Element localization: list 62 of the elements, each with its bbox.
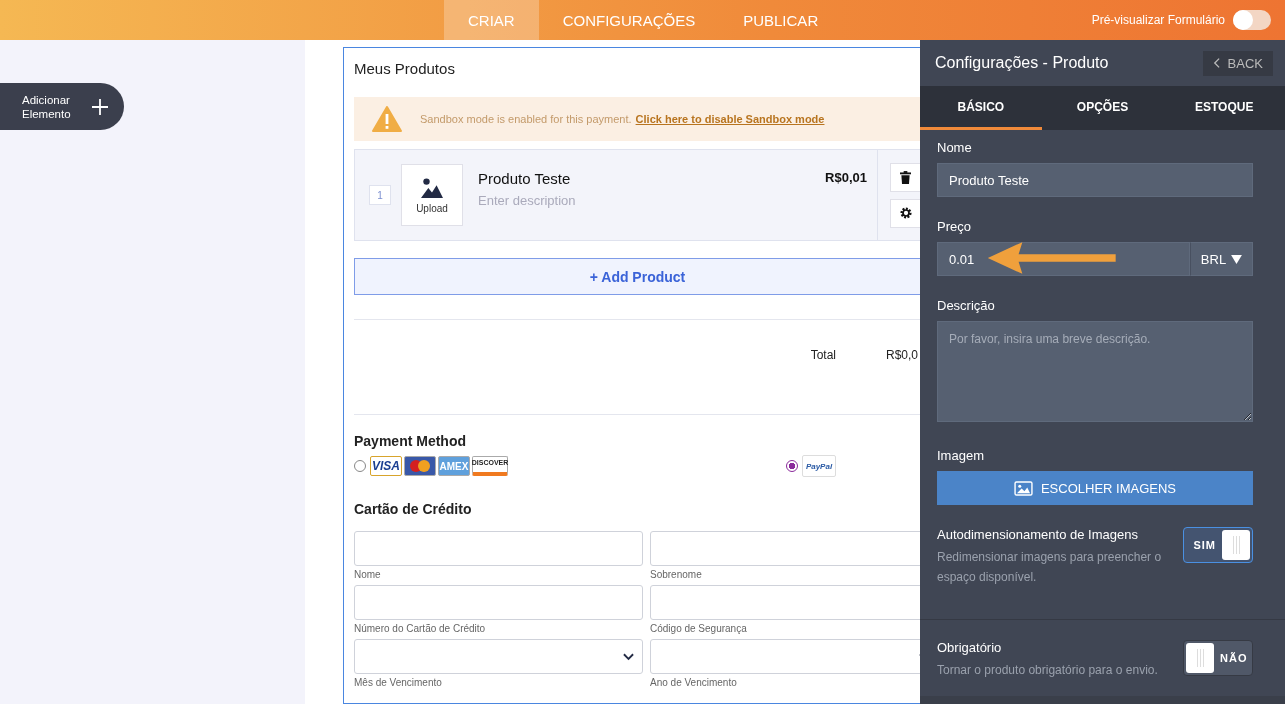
image-icon	[1013, 480, 1033, 496]
field-label: Número do Cartão de Crédito	[354, 623, 487, 635]
field-label: Ano de Vencimento	[650, 677, 738, 689]
preview-toggle[interactable]	[1233, 10, 1271, 30]
image-icon	[420, 176, 444, 199]
preview-label: Pré-visualizar Formulário	[1091, 13, 1225, 27]
panel-tab[interactable]: OPÇÕES	[1041, 86, 1164, 130]
select-field[interactable]	[650, 639, 920, 674]
field-label: Mês de Vencimento	[354, 677, 443, 689]
select-field[interactable]	[354, 639, 643, 674]
total-value: R$0,0	[886, 348, 920, 362]
input-field[interactable]	[354, 585, 643, 620]
delete-button[interactable]	[890, 162, 920, 192]
product-index: 1	[369, 185, 391, 205]
payment-radio[interactable]	[786, 460, 798, 472]
choose-images-button[interactable]: ESCOLHER IMAGENS	[937, 471, 1253, 505]
warning-icon	[372, 106, 402, 132]
card-logo: PayPal	[802, 455, 836, 477]
settings-icon	[899, 207, 912, 219]
add-product-button[interactable]: + Add Product	[354, 258, 920, 295]
payment-radio[interactable]	[354, 460, 366, 472]
caret-down-icon	[1231, 254, 1243, 264]
mastercard-logo	[404, 456, 436, 476]
setting-hint: Tornar o produto obrigatório para o envio.	[937, 662, 1159, 679]
total-label: Total	[810, 348, 836, 362]
input-field[interactable]	[354, 531, 643, 566]
description-label: Descrição	[937, 298, 996, 313]
image-label: Imagem	[937, 448, 985, 463]
disable-sandbox-link[interactable]: Click here to disable Sandbox mode	[635, 113, 825, 125]
trash-icon	[900, 170, 911, 184]
card-logo: VISA	[370, 456, 402, 476]
back-button[interactable]: BACK	[1202, 50, 1273, 76]
credit-card-title: Cartão de Crédito	[354, 501, 473, 517]
panel-title: Configurações - Produto	[935, 54, 1109, 72]
add-element-button[interactable]: Adicionar Elemento	[0, 83, 124, 130]
product-name: Produto Teste	[478, 170, 572, 187]
field-label: Sobrenome	[650, 569, 703, 581]
chevron-down-icon	[623, 652, 634, 661]
toggle-switch[interactable]: SIM	[1183, 527, 1253, 563]
setting-title: Autodimensionamento de Imagens	[937, 527, 1139, 542]
plus-icon	[92, 98, 108, 115]
currency-dropdown[interactable]: BRL	[1190, 242, 1253, 276]
name-input[interactable]: Produto Teste	[937, 163, 1253, 197]
price-label: Preço	[937, 219, 972, 234]
product-price: R$0,01	[825, 170, 867, 185]
form-title: Meus Produtos	[354, 60, 456, 77]
chevron-left-icon	[1212, 57, 1220, 69]
input-field[interactable]	[650, 585, 920, 620]
card-logo: AMEX	[438, 456, 470, 476]
input-field[interactable]	[650, 531, 920, 566]
toggle-switch[interactable]: NÃO	[1183, 640, 1253, 676]
panel-tab[interactable]: ESTOQUE	[1163, 86, 1285, 130]
field-label: Código de Segurança	[650, 623, 748, 635]
field-label: Nome	[354, 569, 382, 581]
setting-title: Obrigatório	[937, 640, 1003, 655]
notice-text: Sandbox mode is enabled for this payment.	[420, 113, 632, 125]
payment-method-title: Payment Method	[354, 433, 467, 449]
settings-button[interactable]	[890, 198, 920, 228]
name-label: Nome	[937, 140, 973, 155]
description-textarea[interactable]: Por favor, insira uma breve descrição.	[937, 321, 1253, 422]
image-upload[interactable]: Upload	[401, 164, 463, 226]
setting-hint: Redimensionar imagens para preencher o espaço disponível.	[937, 549, 1163, 586]
